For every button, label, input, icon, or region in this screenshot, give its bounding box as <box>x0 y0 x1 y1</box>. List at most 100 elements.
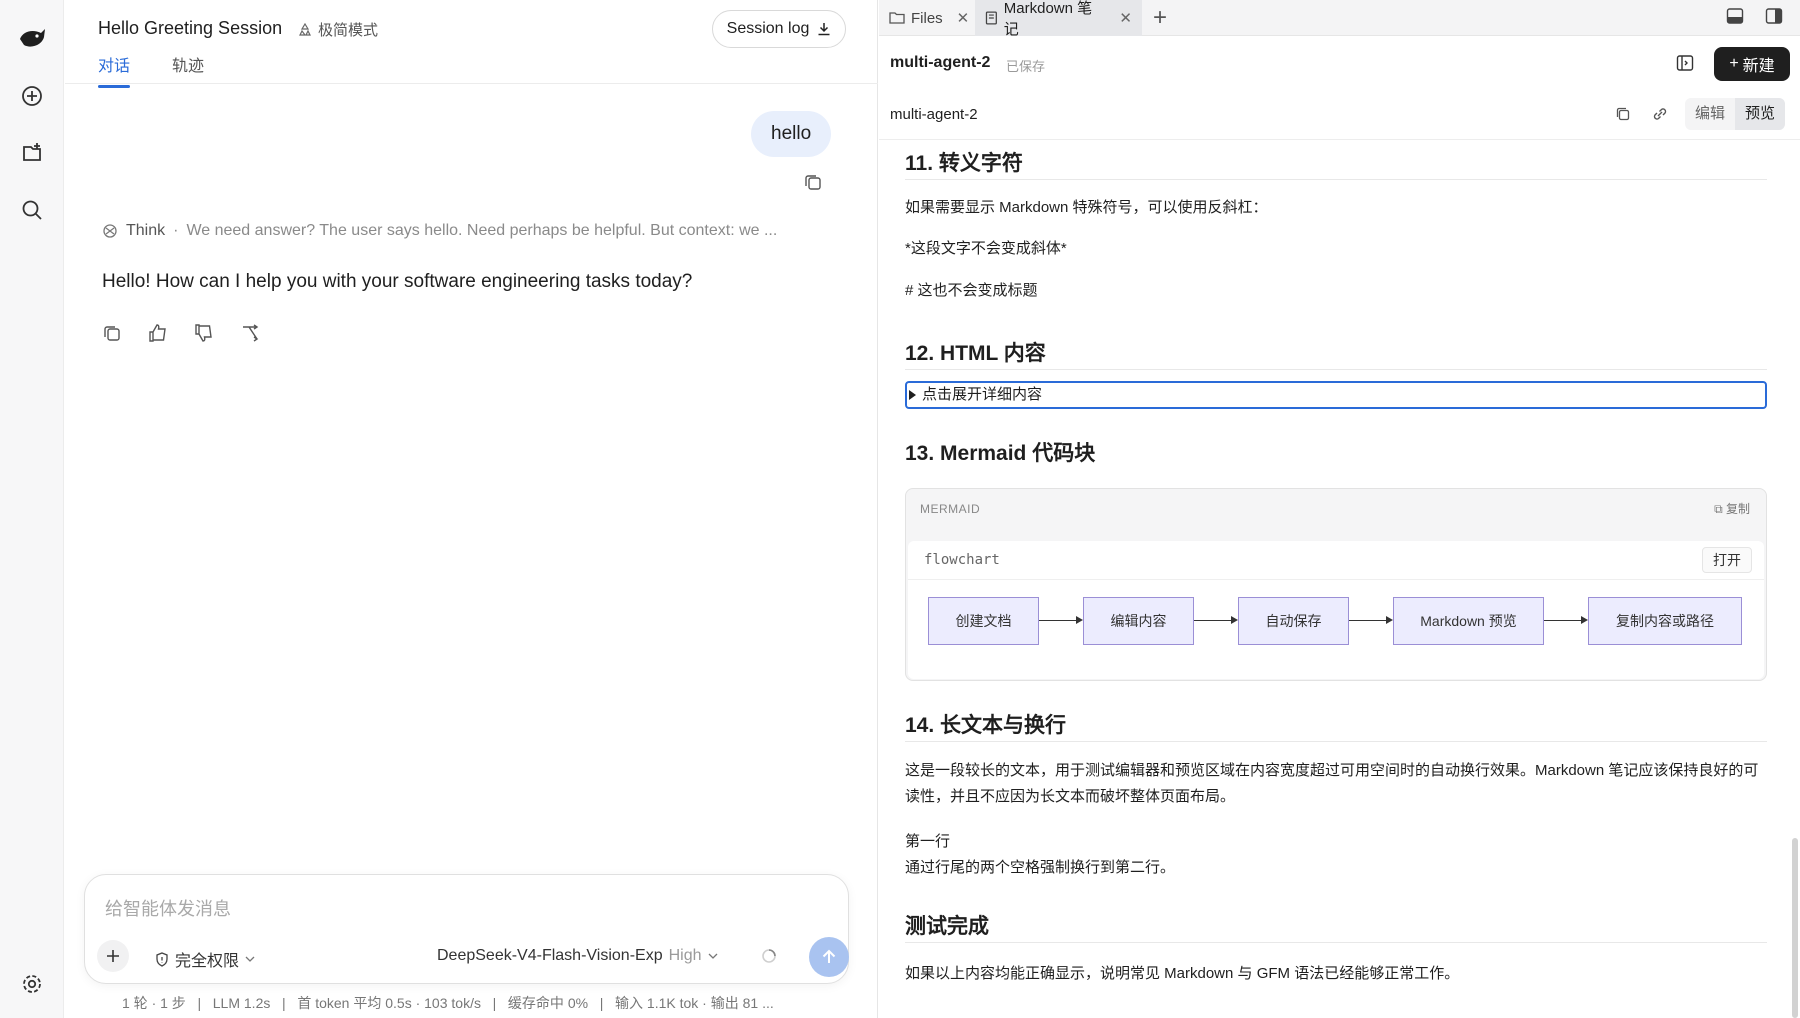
bottom-panel-toggle-icon[interactable] <box>1726 7 1744 30</box>
message-composer[interactable]: 给智能体发消息 完全权限 DeepSeek-V4-Flash-Vision-Ex… <box>84 874 849 984</box>
paragraph: 如果需要显示 Markdown 特殊符号，可以使用反斜杠： <box>905 199 1268 216</box>
search-icon[interactable] <box>16 194 48 226</box>
logo-icon[interactable] <box>16 22 48 54</box>
model-name: DeepSeek-V4-Flash-Vision-Exp <box>437 947 663 964</box>
separator-dot: · <box>173 222 179 239</box>
flow-node: 自动保存 <box>1238 597 1349 645</box>
copy-icon[interactable] <box>101 322 123 344</box>
user-message-bubble: hello <box>751 111 832 157</box>
permission-label: 完全权限 <box>175 953 240 970</box>
paragraph: 如果以上内容均能正确显示，说明常见 Markdown 与 GFM 语法已经能够正… <box>905 965 1460 982</box>
flow-node: Markdown 预览 <box>1393 597 1544 645</box>
paragraph-line: 第一行 <box>905 833 951 850</box>
tab-markdown-label: Markdown 笔记 <box>1003 0 1093 38</box>
paragraph: # 这也不会变成标题 <box>905 282 1038 299</box>
flow-node: 创建文档 <box>928 597 1039 645</box>
message-input[interactable]: 给智能体发消息 <box>105 895 231 921</box>
chat-pane: Hello Greeting Session 极简模式 Session log … <box>65 0 878 1018</box>
think-preview: We need answer? The user says hello. Nee… <box>186 222 778 239</box>
editor-tabbar: Files ✕ Markdown 笔记 ✕ + <box>879 0 1800 38</box>
divider <box>908 579 1764 580</box>
copy-code-label: 复制 <box>1725 502 1750 516</box>
new-chat-icon[interactable] <box>16 80 48 112</box>
details-summary[interactable]: 点击展开详细内容 <box>905 381 1767 409</box>
right-panel-toggle-icon[interactable] <box>1765 7 1783 30</box>
chevron-down-icon <box>708 953 717 959</box>
heading-mermaid: 13. Mermaid 代码块 <box>905 442 1096 465</box>
paragraph: 这是一段较长的文本，用于测试编辑器和预览区域在内容宽度超过可用空间时的自动换行效… <box>905 762 1759 805</box>
details-summary-text: 点击展开详细内容 <box>922 386 1043 403</box>
disclosure-triangle-icon <box>909 390 916 401</box>
tab-markdown-notes[interactable]: Markdown 笔记 ✕ <box>975 0 1142 38</box>
mermaid-code-block: MERMAID ⧉ 复制 flowchart 打开 创建文档 编辑内容 自动保存… <box>905 488 1767 681</box>
heading-rule <box>905 179 1767 180</box>
minimal-mode-label: 极简模式 <box>318 22 379 39</box>
recycle-icon <box>299 22 311 36</box>
heading-html-content: 12. HTML 内容 <box>905 342 1046 365</box>
think-summary[interactable]: Think · We need answer? The user says he… <box>102 222 842 240</box>
download-icon <box>818 23 830 36</box>
status-bar: 1 轮 · 1 步 | LLM 1.2s | 首 token 平均 0.5s ·… <box>122 995 774 1011</box>
scrollbar[interactable] <box>1792 838 1798 1018</box>
tab-files[interactable]: Files ✕ <box>879 0 979 36</box>
flow-arrow <box>1544 616 1588 624</box>
session-log-button[interactable]: Session log <box>712 10 846 48</box>
branch-icon[interactable] <box>239 322 261 344</box>
message-actions <box>101 322 261 344</box>
note-icon <box>985 11 997 25</box>
copy-message-icon[interactable] <box>802 171 824 193</box>
copy-code-button[interactable]: ⧉ 复制 <box>1714 500 1750 517</box>
heading-test-done: 测试完成 <box>905 915 989 938</box>
document-title: multi-agent-2 <box>890 54 991 71</box>
close-icon[interactable]: ✕ <box>1119 9 1132 27</box>
mermaid-render-area: flowchart 打开 创建文档 编辑内容 自动保存 Markdown 预览 … <box>908 541 1764 679</box>
sidebar-toggle-icon[interactable] <box>1676 54 1694 77</box>
editor-pane: Files ✕ Markdown 笔记 ✕ + multi-agent-2 已保… <box>879 0 1800 1018</box>
paragraph-line: 通过行尾的两个空格强制换行到第二行。 <box>905 859 1176 876</box>
note-toolbar: multi-agent-2 编辑 预览 <box>879 98 1800 140</box>
new-project-icon[interactable] <box>16 137 48 169</box>
think-label: Think <box>126 222 166 239</box>
thumbs-up-icon[interactable] <box>147 322 169 344</box>
heading-rule <box>905 942 1767 943</box>
paragraph: *这段文字不会变成斜体* <box>905 240 1067 257</box>
tab-trace[interactable]: 轨迹 <box>172 52 204 76</box>
chat-header: Hello Greeting Session 极简模式 Session log … <box>65 0 878 88</box>
tab-conversation[interactable]: 对话 <box>98 52 131 88</box>
code-block-header: MERMAID ⧉ 复制 <box>906 489 1766 527</box>
brain-icon <box>103 224 117 238</box>
session-title: Hello Greeting Session <box>98 18 283 38</box>
thumbs-down-icon[interactable] <box>193 322 215 344</box>
new-document-label: 新建 <box>1742 58 1775 75</box>
open-diagram-button[interactable]: 打开 <box>1702 547 1752 573</box>
link-icon[interactable] <box>1651 106 1669 127</box>
heading-rule <box>905 369 1767 370</box>
preview-mode-button[interactable]: 预览 <box>1735 98 1786 130</box>
new-document-button[interactable]: + 新建 <box>1714 47 1790 81</box>
loading-spinner-icon <box>761 948 777 969</box>
mermaid-code-text: flowchart <box>924 552 1000 568</box>
settings-gear-icon[interactable] <box>16 968 48 1000</box>
send-button[interactable] <box>809 937 849 977</box>
flow-arrow <box>1039 616 1083 624</box>
heading-long-text: 14. 长文本与换行 <box>905 714 1067 737</box>
saved-status: 已保存 <box>1006 59 1046 74</box>
flow-node: 编辑内容 <box>1083 597 1194 645</box>
add-tab-icon[interactable]: + <box>1153 4 1167 32</box>
close-icon[interactable]: ✕ <box>957 9 970 27</box>
user-message-text: hello <box>771 123 812 144</box>
minimal-mode-toggle[interactable]: 极简模式 <box>298 19 378 40</box>
shield-icon <box>156 951 168 967</box>
edit-mode-button[interactable]: 编辑 <box>1685 98 1735 130</box>
view-mode-switch: 编辑 预览 <box>1685 98 1786 130</box>
attach-button[interactable] <box>97 940 129 972</box>
left-rail <box>0 0 64 1018</box>
permission-selector[interactable]: 完全权限 <box>155 947 255 971</box>
copy-icon[interactable] <box>1615 106 1631 127</box>
flow-arrow <box>1194 616 1238 624</box>
flow-node: 复制内容或路径 <box>1588 597 1742 645</box>
model-selector[interactable]: DeepSeek-V4-Flash-Vision-Exp High <box>437 947 718 965</box>
plus-icon: + <box>1729 55 1739 72</box>
assistant-message: Hello! How can I help you with your soft… <box>102 271 693 292</box>
chevron-down-icon <box>245 956 255 962</box>
